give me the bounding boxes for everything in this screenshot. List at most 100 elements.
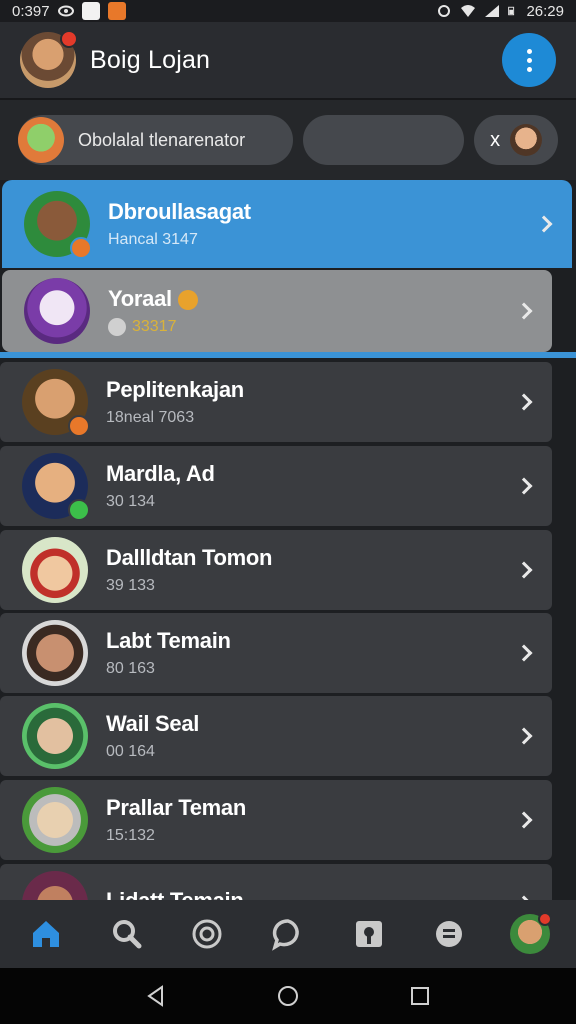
avatar — [24, 191, 92, 259]
status-time-left: 0:397 — [12, 2, 50, 20]
notification-badge — [60, 30, 78, 48]
back-icon[interactable] — [144, 984, 168, 1008]
list-item[interactable]: Mardla, Ad 30 134 — [0, 446, 552, 526]
filter-chip-generator[interactable]: Obolalal tlenarenator — [18, 115, 293, 165]
notification-badge — [537, 912, 552, 926]
nav-chat[interactable] — [266, 912, 310, 956]
chevron-right-icon — [535, 215, 553, 233]
list-item-sub: Hancal 3147 — [108, 231, 198, 248]
chip-avatar — [510, 124, 543, 156]
signal-icon — [485, 5, 500, 17]
orange-badge-icon — [68, 415, 90, 437]
nav-profile[interactable] — [508, 912, 552, 956]
list-item-name: Dbroullasagat — [108, 199, 251, 224]
list-item-name: Labt Temain — [106, 628, 231, 653]
home-circle-icon[interactable] — [276, 984, 300, 1008]
list-item-text: Prallar Teman 15:132 — [106, 795, 246, 845]
nav-home[interactable] — [24, 912, 68, 956]
list-item-text: Lidatt Temain — [106, 888, 244, 900]
list-item-sub: 15:132 — [106, 827, 155, 844]
chevron-right-icon — [515, 561, 533, 579]
list-item-name: Prallar Teman — [106, 795, 246, 820]
list-item-text: Yoraal 33317 — [108, 286, 198, 336]
online-check-icon — [68, 499, 90, 521]
app-header: Boig Lojan — [0, 22, 576, 100]
filter-chip-close[interactable]: x — [474, 115, 558, 165]
list-item-name: Lidatt Temain — [106, 888, 244, 900]
list-item-text: Wail Seal 00 164 — [106, 711, 199, 761]
list-item[interactable]: Prallar Teman 15:132 — [0, 780, 552, 860]
home-icon — [33, 921, 60, 947]
wifi-icon — [461, 5, 476, 17]
list-item-name-text: Yoraal — [108, 286, 172, 311]
app-notification-icon — [81, 2, 100, 20]
chevron-right-icon — [515, 302, 533, 320]
battery-icon — [508, 6, 515, 16]
nav-badge[interactable] — [347, 912, 391, 956]
profile-avatar[interactable] — [20, 30, 78, 88]
alarm-icon — [438, 5, 451, 17]
bottom-navigation — [0, 900, 576, 968]
list-icon — [436, 921, 463, 947]
list-item[interactable]: Dbroullasagat Hancal 3147 — [2, 180, 572, 268]
more-options-button[interactable] — [502, 33, 556, 87]
status-bar: 0:397 26:29 — [0, 0, 576, 22]
list-item[interactable]: Lidatt Temain — [0, 864, 552, 900]
list-item-text: Dallldtan Tomon 39 133 — [106, 545, 273, 595]
link-icon — [57, 5, 74, 17]
list-item[interactable]: Peplitenkajan 18neal 7063 — [0, 362, 552, 442]
avatar — [22, 453, 90, 521]
chip-label: Obolalal tlenarenator — [78, 129, 246, 150]
status-right: 26:29 — [436, 3, 564, 20]
orange-badge-icon — [70, 237, 92, 259]
badge-icon — [355, 921, 382, 947]
system-navigation — [0, 968, 576, 1024]
list-item-text: Mardla, Ad 30 134 — [106, 461, 215, 511]
avatar — [22, 703, 88, 769]
status-time-right: 26:29 — [526, 2, 564, 20]
list-item[interactable]: Labt Temain 80 163 — [0, 613, 552, 693]
avatar — [22, 787, 88, 853]
page-title: Boig Lojan — [90, 45, 211, 74]
list-item-text: Peplitenkajan 18neal 7063 — [106, 377, 244, 427]
filter-chip-empty[interactable] — [302, 115, 465, 165]
avatar — [22, 871, 88, 900]
list-item[interactable]: Wail Seal 00 164 — [0, 696, 552, 776]
profile-avatar — [509, 912, 552, 954]
list-item-name: Dallldtan Tomon — [106, 545, 273, 570]
avatar — [22, 620, 88, 686]
list-item-name: Peplitenkajan — [106, 377, 244, 402]
avatar — [22, 369, 90, 437]
status-left: 0:397 — [12, 2, 126, 20]
friend-list: Dbroullasagat Hancal 3147 Yoraal 33317 P… — [0, 180, 576, 900]
chip-avatar — [18, 117, 64, 163]
nav-list[interactable] — [427, 912, 471, 956]
nav-activity[interactable] — [185, 912, 229, 956]
list-item-sub: 39 133 — [106, 577, 155, 594]
chevron-right-icon — [515, 644, 533, 662]
close-icon: x — [490, 128, 501, 151]
app-notification-icon — [107, 2, 126, 20]
list-item-sub: 18neal 7063 — [106, 409, 195, 426]
list-item-name: Yoraal — [108, 286, 198, 312]
selection-strip — [0, 352, 576, 358]
filter-row: Obolalal tlenarenator x — [0, 100, 576, 180]
list-item-name: Mardla, Ad — [106, 461, 215, 486]
nav-search[interactable] — [105, 912, 149, 956]
chevron-right-icon — [515, 477, 533, 495]
list-item-text: Dbroullasagat Hancal 3147 — [108, 199, 251, 249]
list-item[interactable]: Yoraal 33317 — [2, 270, 552, 352]
avatar — [24, 278, 90, 344]
search-icon — [112, 920, 142, 949]
recents-icon[interactable] — [408, 984, 432, 1008]
chat-icon — [272, 919, 299, 951]
list-item-sub: 80 163 — [106, 660, 155, 677]
avatar — [22, 537, 88, 603]
list-item-name: Wail Seal — [106, 711, 200, 736]
list-item[interactable]: Dallldtan Tomon 39 133 — [0, 530, 552, 610]
chevron-right-icon — [515, 727, 533, 745]
list-item-sub: 00 164 — [106, 743, 155, 760]
list-item-sub: 33317 — [108, 318, 198, 336]
clock-icon — [108, 318, 126, 336]
list-item-text: Labt Temain 80 163 — [106, 628, 231, 678]
